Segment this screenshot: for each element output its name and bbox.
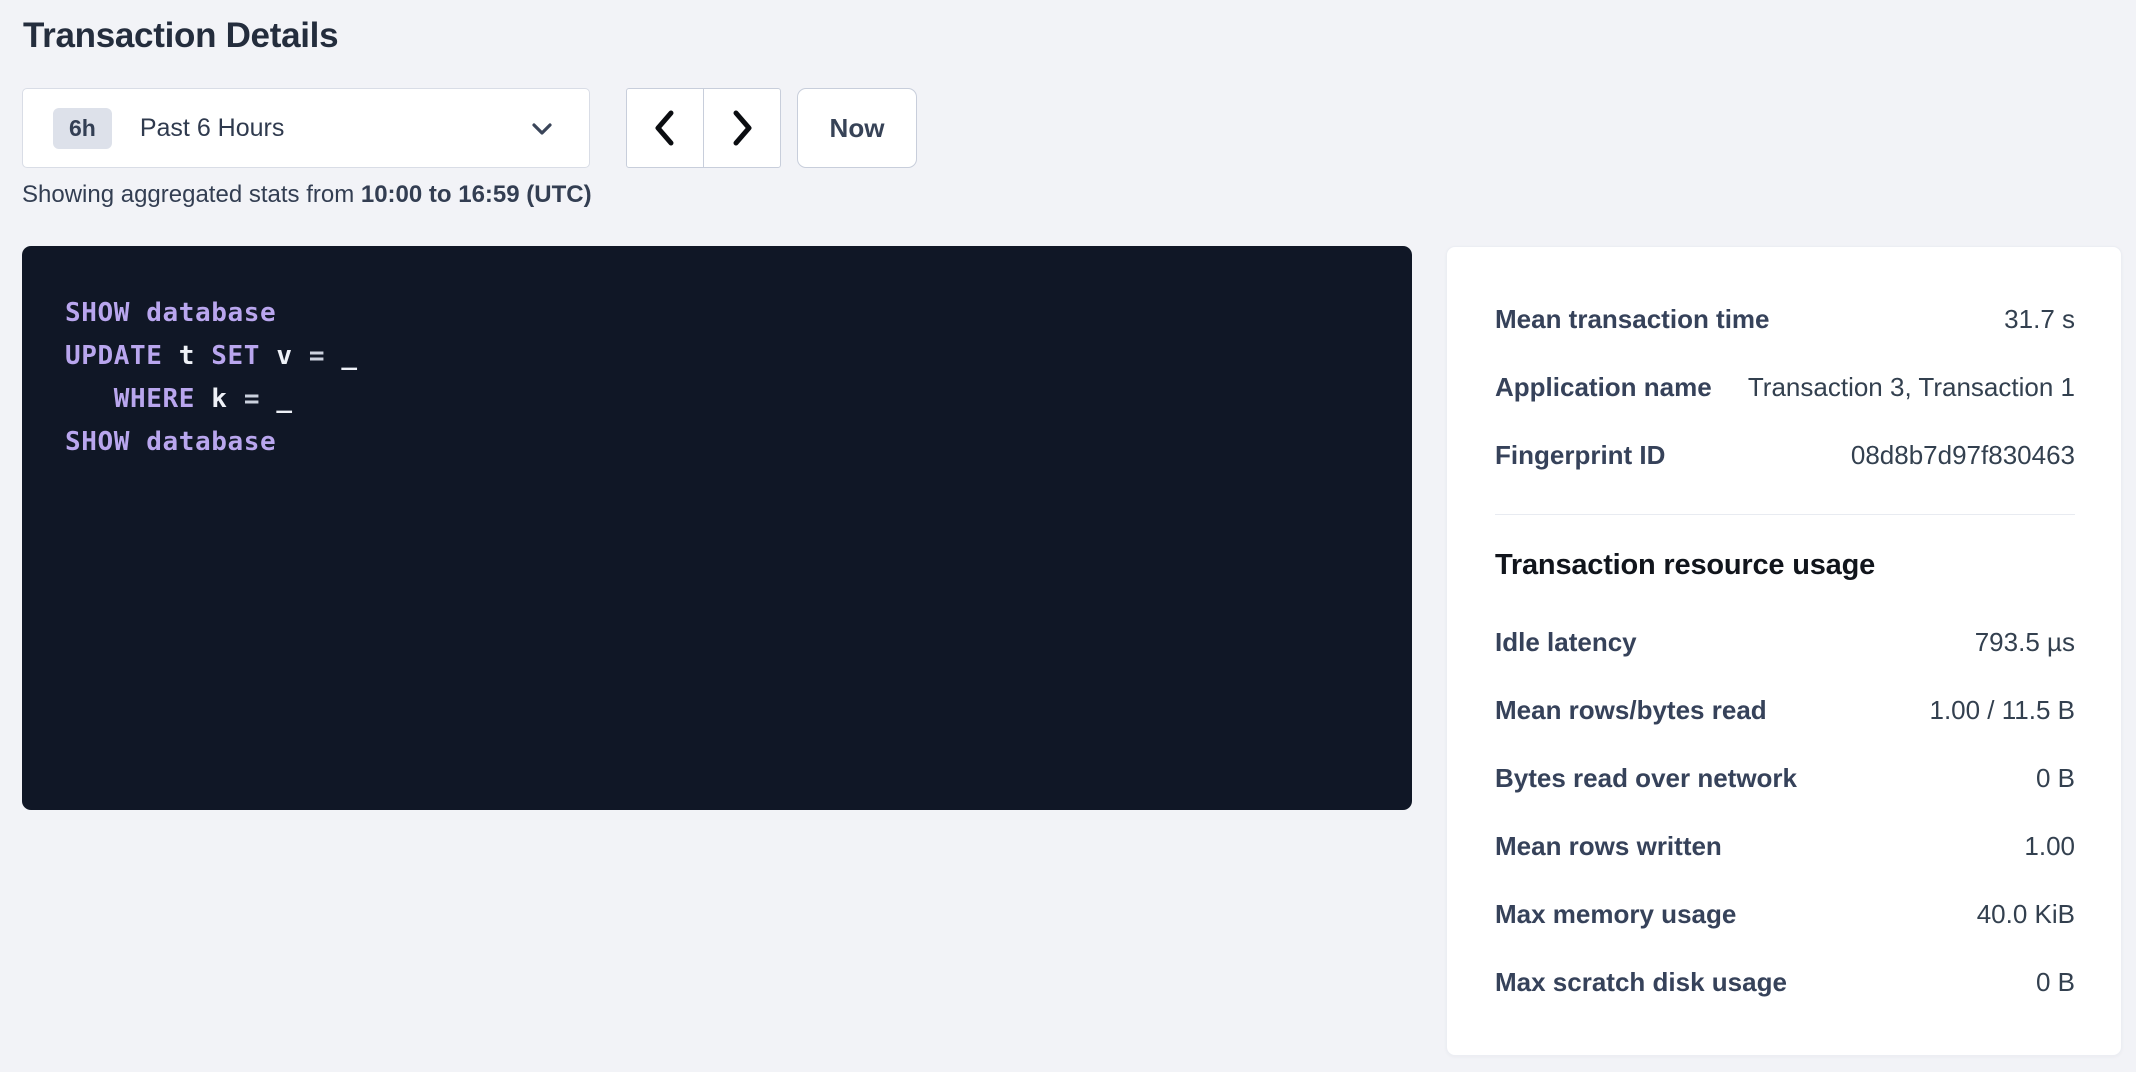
- row-label: Idle latency: [1495, 627, 1637, 658]
- row-value: 0 B: [2036, 763, 2075, 794]
- sql-token: _: [341, 341, 357, 371]
- row-label: Bytes read over network: [1495, 763, 1797, 794]
- sql-line: SHOW database: [65, 292, 1372, 335]
- row-value: 08d8b7d97f830463: [1851, 440, 2075, 471]
- resource-row-max-memory-usage: Max memory usage 40.0 KiB: [1495, 880, 2075, 948]
- page-title: Transaction Details: [23, 16, 338, 56]
- now-button[interactable]: Now: [797, 88, 917, 168]
- sql-token: k: [211, 384, 244, 414]
- resource-row-bytes-read-over-network: Bytes read over network 0 B: [1495, 744, 2075, 812]
- sql-token: database: [146, 298, 276, 328]
- resource-row-idle-latency: Idle latency 793.5 µs: [1495, 608, 2075, 676]
- card-divider: [1495, 514, 2075, 515]
- summary-row-mean-transaction-time: Mean transaction time 31.7 s: [1495, 285, 2075, 353]
- row-value: 793.5 µs: [1975, 627, 2075, 658]
- sql-line: SHOW database: [65, 421, 1372, 464]
- time-range-dropdown[interactable]: 6h Past 6 Hours: [22, 88, 590, 168]
- time-nav-button-group: [626, 88, 781, 168]
- row-label: Mean rows written: [1495, 831, 1722, 862]
- row-label: Max scratch disk usage: [1495, 967, 1787, 998]
- row-value: 1.00 / 11.5 B: [1929, 695, 2075, 726]
- time-range-selected-label: Past 6 Hours: [140, 114, 285, 143]
- chevron-right-icon: [726, 108, 758, 148]
- sql-token: database: [146, 427, 276, 457]
- sql-token: [65, 384, 114, 414]
- sql-token: SHOW: [65, 298, 146, 328]
- aggregation-time-range: 10:00 to 16:59 (UTC): [361, 181, 592, 208]
- row-label: Application name: [1495, 372, 1712, 403]
- sql-token: v: [276, 341, 309, 371]
- transaction-summary-card: Mean transaction time 31.7 s Application…: [1446, 246, 2122, 1056]
- chevron-left-icon: [649, 108, 681, 148]
- time-controls-row: 6h Past 6 Hours Now: [22, 88, 917, 168]
- sql-line: WHERE k = _: [65, 378, 1372, 421]
- sql-statement-box: SHOW database UPDATE t SET v = _ WHERE k…: [22, 246, 1412, 810]
- sql-token: SHOW: [65, 427, 146, 457]
- sql-token: UPDATE: [65, 341, 179, 371]
- sql-token: =: [309, 341, 342, 371]
- row-label: Mean rows/bytes read: [1495, 695, 1767, 726]
- next-time-range-button[interactable]: [703, 88, 781, 168]
- row-label: Fingerprint ID: [1495, 440, 1665, 471]
- resource-row-mean-rows-written: Mean rows written 1.00: [1495, 812, 2075, 880]
- row-value: 40.0 KiB: [1977, 899, 2075, 930]
- summary-row-application-name: Application name Transaction 3, Transact…: [1495, 353, 2075, 421]
- resource-row-mean-rows-bytes-read: Mean rows/bytes read 1.00 / 11.5 B: [1495, 676, 2075, 744]
- time-range-badge: 6h: [53, 108, 112, 149]
- sql-token: WHERE: [114, 384, 212, 414]
- row-value: Transaction 3, Transaction 1: [1748, 372, 2075, 403]
- chevron-down-icon: [529, 118, 555, 140]
- sql-token: =: [244, 384, 277, 414]
- sql-token: _: [276, 384, 292, 414]
- row-label: Mean transaction time: [1495, 304, 1770, 335]
- sql-token: t: [179, 341, 212, 371]
- row-value: 0 B: [2036, 967, 2075, 998]
- summary-row-fingerprint-id: Fingerprint ID 08d8b7d97f830463: [1495, 421, 2075, 489]
- sql-line: UPDATE t SET v = _: [65, 335, 1372, 378]
- aggregation-note-prefix: Showing aggregated stats from: [22, 181, 361, 208]
- prev-time-range-button[interactable]: [626, 88, 704, 168]
- transaction-details-page: Transaction Details 6h Past 6 Hours Now …: [0, 0, 2136, 1072]
- row-value: 31.7 s: [2004, 304, 2075, 335]
- row-value: 1.00: [2024, 831, 2075, 862]
- sql-token: SET: [211, 341, 276, 371]
- row-label: Max memory usage: [1495, 899, 1736, 930]
- aggregation-note: Showing aggregated stats from 10:00 to 1…: [22, 181, 592, 209]
- resource-row-max-scratch-disk-usage: Max scratch disk usage 0 B: [1495, 948, 2075, 1016]
- resource-usage-heading: Transaction resource usage: [1495, 549, 2075, 582]
